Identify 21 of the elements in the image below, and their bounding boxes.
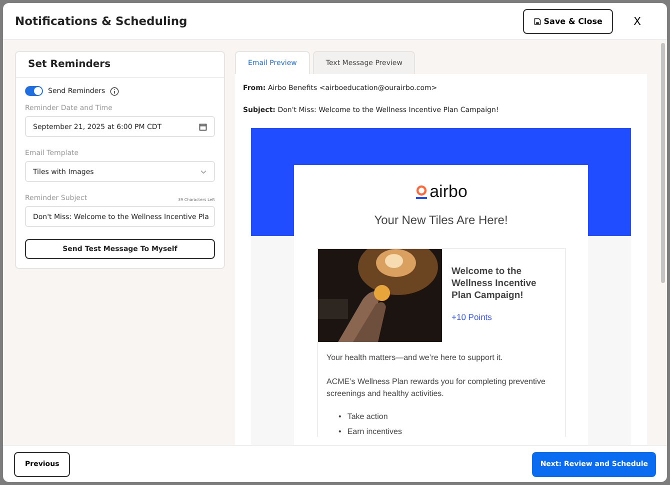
logo-text: airbo bbox=[430, 182, 468, 202]
bullet-marker: • bbox=[338, 427, 342, 437]
bullet-marker: • bbox=[338, 412, 342, 422]
calendar-icon bbox=[199, 122, 207, 130]
toggle-switch[interactable] bbox=[25, 86, 43, 96]
bullet-item: Take action bbox=[347, 412, 388, 422]
card-title: Set Reminders bbox=[28, 59, 111, 70]
points-label: +10 Points bbox=[452, 312, 493, 322]
info-icon bbox=[110, 86, 120, 96]
save-close-button[interactable]: Save & Close bbox=[522, 8, 614, 34]
scrollbar[interactable] bbox=[661, 43, 665, 283]
modal-title: Notifications & Scheduling bbox=[15, 14, 188, 28]
tile-title: Welcome to the Wellness Incentive Plan Campaign! bbox=[452, 266, 538, 302]
close-button[interactable]: X bbox=[627, 12, 647, 30]
bullet-item: Earn incentives bbox=[347, 427, 402, 437]
save-icon bbox=[534, 18, 541, 24]
email-heading: Your New Tiles Are Here! bbox=[374, 213, 508, 227]
chevron-down-icon bbox=[200, 170, 207, 174]
email-paragraph: ACME’s Wellness Plan rewards you for completing preventive screenings and healthy activities. bbox=[326, 376, 546, 400]
logo-icon bbox=[414, 185, 428, 199]
email-paragraph: Your health matters—and we’re here to support it. bbox=[326, 352, 504, 364]
